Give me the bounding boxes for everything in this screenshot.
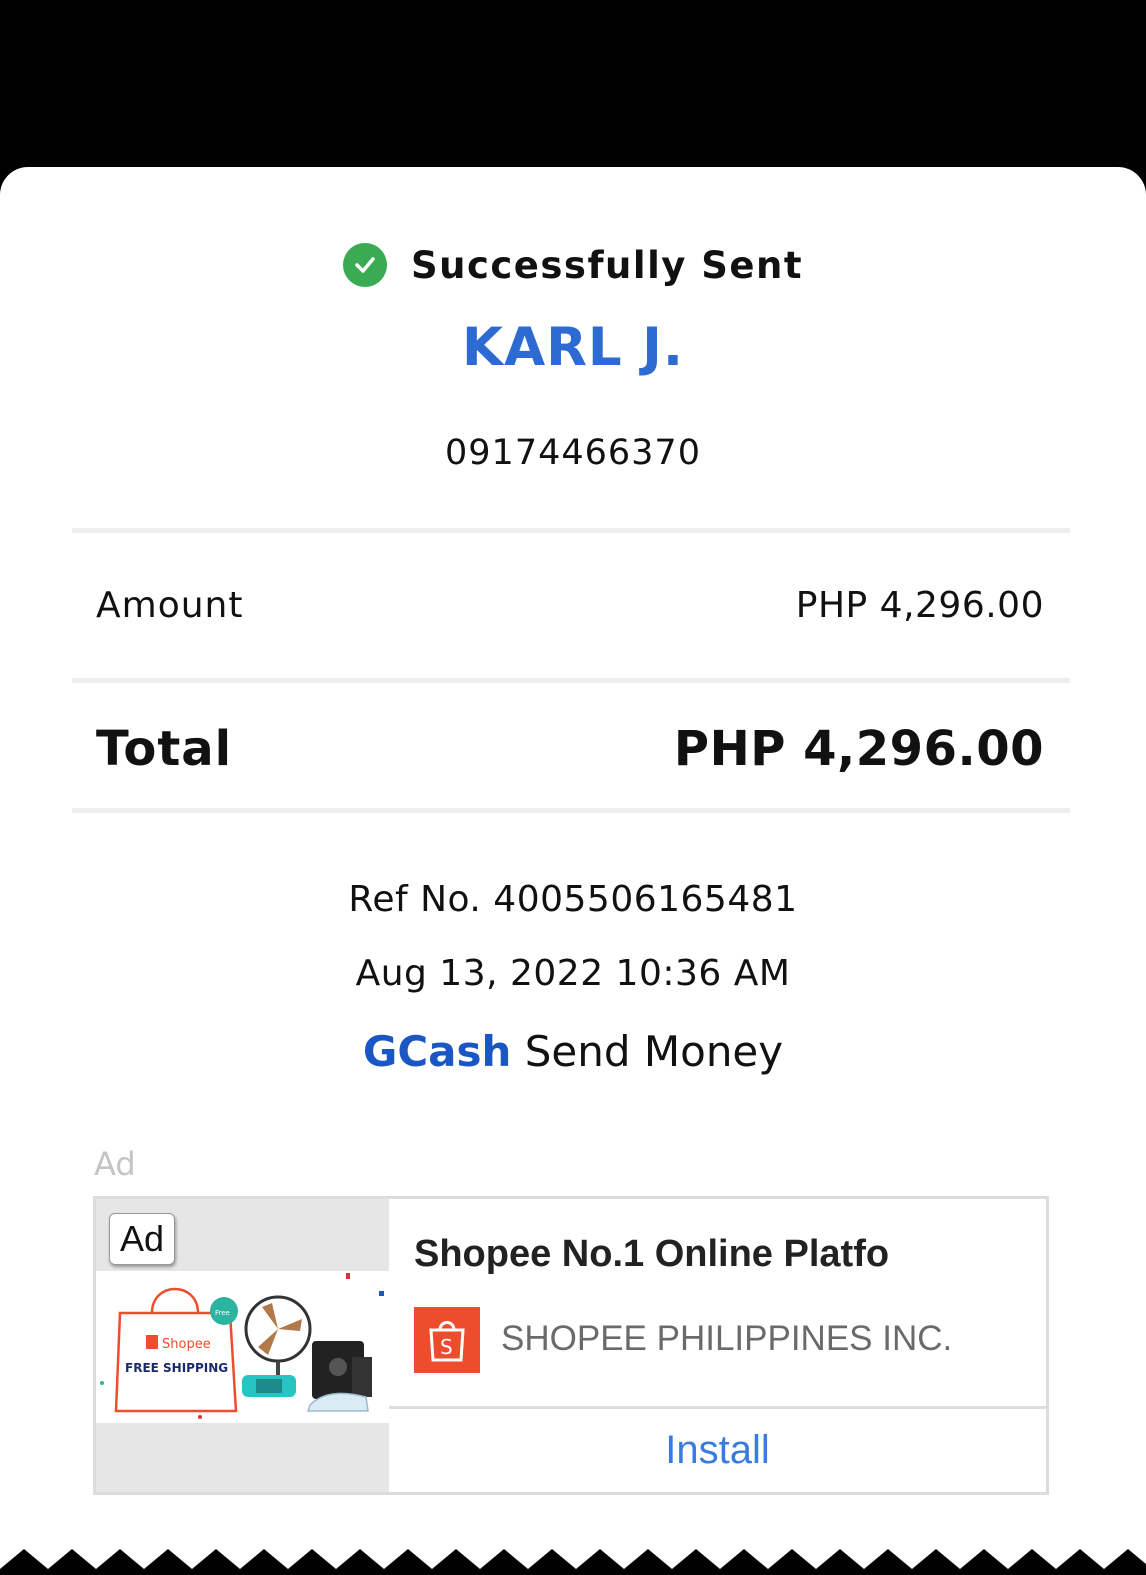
divider bbox=[72, 808, 1070, 813]
shopee-promo-graphic: Shopee FREE SHIPPING Free bbox=[96, 1271, 389, 1423]
ad-card[interactable]: Shopee FREE SHIPPING Free Ad Shopee No.1… bbox=[93, 1196, 1049, 1495]
receipt-zigzag-edge bbox=[0, 1549, 1146, 1575]
divider bbox=[72, 678, 1070, 683]
transaction-datetime: Aug 13, 2022 10:36 AM bbox=[355, 953, 791, 994]
ad-advertiser: SHOPEE PHILIPPINES INC. bbox=[501, 1319, 953, 1358]
check-circle-icon bbox=[342, 243, 387, 287]
total-value: PHP 4,296.00 bbox=[673, 721, 1044, 777]
service-name: Send Money bbox=[524, 1027, 784, 1076]
ad-title[interactable]: Shopee No.1 Online Platfo bbox=[414, 1233, 889, 1276]
divider bbox=[72, 528, 1070, 533]
shopee-logo-icon: S bbox=[414, 1307, 480, 1373]
ad-image[interactable]: Shopee FREE SHIPPING Free Ad bbox=[96, 1199, 389, 1492]
recipient-name: KARL J. bbox=[462, 317, 684, 378]
promo-label: FREE SHIPPING bbox=[125, 1361, 228, 1375]
total-label: Total bbox=[96, 721, 233, 777]
svg-text:S: S bbox=[440, 1335, 453, 1359]
promo-brand: Shopee bbox=[162, 1337, 211, 1352]
install-button[interactable]: Install bbox=[389, 1409, 1046, 1492]
amount-value: PHP 4,296.00 bbox=[795, 585, 1044, 626]
status-text: Successfully Sent bbox=[410, 243, 804, 287]
ad-caption: Ad bbox=[94, 1145, 136, 1183]
gcash-brand: GCash bbox=[362, 1027, 512, 1076]
amount-label: Amount bbox=[96, 585, 244, 626]
status-row: Successfully Sent bbox=[0, 243, 1146, 287]
reference-number: Ref No. 4005506165481 bbox=[348, 879, 798, 920]
ad-badge: Ad bbox=[109, 1213, 175, 1265]
receipt-card: Successfully Sent KARL J. 09174466370 Am… bbox=[0, 167, 1146, 1575]
promo-tag: Free bbox=[215, 1309, 230, 1317]
recipient-number: 09174466370 bbox=[445, 433, 701, 473]
service-line: GCash Send Money bbox=[0, 1027, 1146, 1076]
